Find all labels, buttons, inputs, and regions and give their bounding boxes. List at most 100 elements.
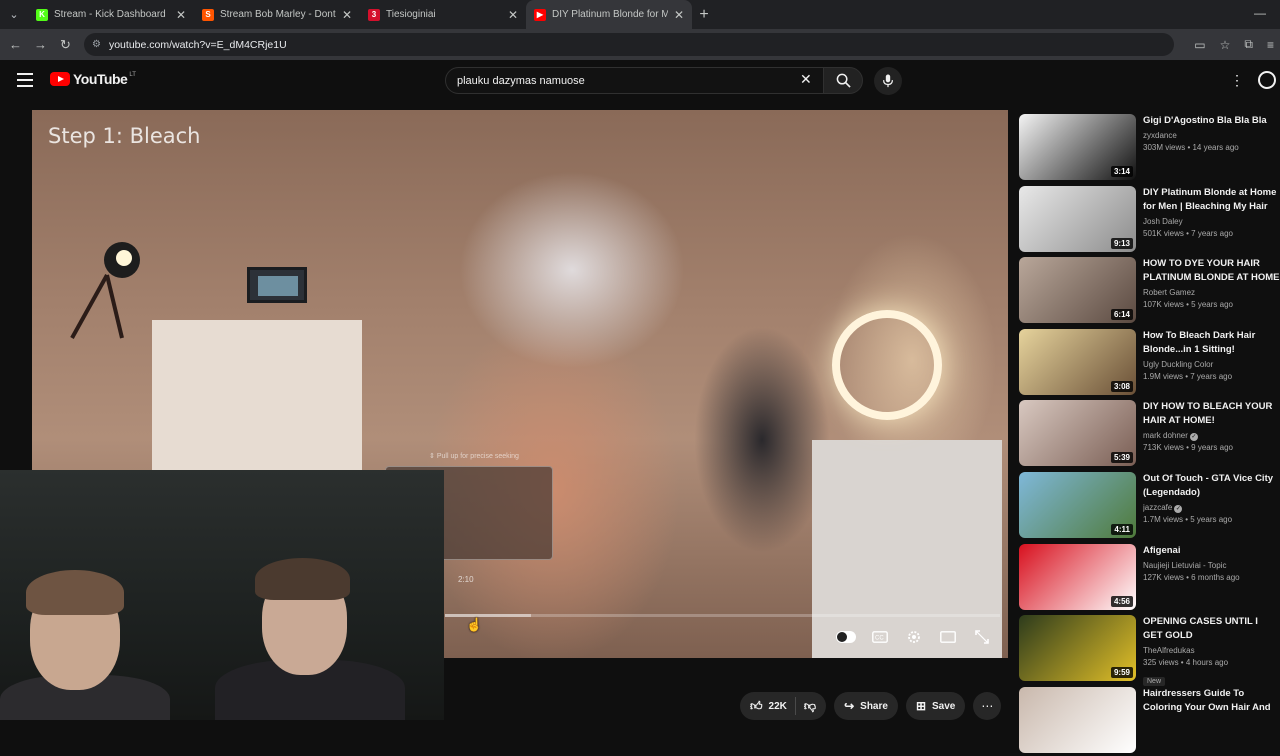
recommendation-item[interactable]: 9:59 OPENING CASES UNTIL I GET GOLD TheAlf… xyxy=(1019,613,1280,687)
autoplay-toggle-icon xyxy=(836,631,856,643)
channel-name[interactable]: zyxdance xyxy=(1143,130,1280,141)
menu-icon[interactable]: ≡ xyxy=(1267,38,1274,52)
progress-bar[interactable] xyxy=(445,614,1000,617)
account-icon[interactable] xyxy=(1258,71,1276,89)
youtube-logo[interactable]: YouTube LT xyxy=(50,71,136,87)
site-info-icon[interactable]: ⚙ xyxy=(92,39,101,50)
theater-mode-button[interactable] xyxy=(938,628,958,646)
video-duration: 4:11 xyxy=(1111,523,1133,535)
window-minimize-button[interactable]: — xyxy=(1254,6,1266,20)
tab-close-icon[interactable]: ✕ xyxy=(342,8,352,22)
back-button[interactable]: ← xyxy=(3,37,28,52)
video-thumbnail[interactable]: 6:14 xyxy=(1019,257,1136,324)
browser-tab[interactable]: 3 Tiesioginiai ✕ xyxy=(360,0,526,29)
recommendation-item[interactable]: 5:39 DIY HOW TO BLEACH YOUR HAIR AT HOME!… xyxy=(1019,398,1280,470)
tab-close-icon[interactable]: ✕ xyxy=(508,8,518,22)
channel-name[interactable]: jazzcafe ✓ xyxy=(1143,502,1280,513)
monitor-scenery xyxy=(247,267,307,303)
cast-icon[interactable]: ▭ xyxy=(1194,38,1205,52)
voice-search-button[interactable] xyxy=(874,67,902,95)
recommendation-item[interactable]: Hairdressers Guide To Coloring Your Own … xyxy=(1019,685,1280,756)
address-bar[interactable]: ⚙ youtube.com/watch?v=E_dM4CRje1U xyxy=(84,33,1174,56)
reload-button[interactable]: ↻ xyxy=(53,37,78,53)
autoplay-toggle[interactable] xyxy=(836,628,856,646)
channel-name[interactable]: Josh Daley xyxy=(1143,216,1280,227)
like-button[interactable]: 👍︎ xyxy=(750,699,763,714)
tab-close-icon[interactable]: ✕ xyxy=(176,8,186,22)
video-title[interactable]: DIY Platinum Blonde at Home for Men | Bl… xyxy=(1143,186,1280,214)
subtitles-button[interactable]: CC xyxy=(870,628,890,646)
tab-title: Stream Bob Marley - Dont wor xyxy=(220,9,336,20)
video-title[interactable]: HOW TO DYE YOUR HAIR PLATINUM BLONDE AT … xyxy=(1143,257,1280,285)
video-thumbnail[interactable]: 4:56 xyxy=(1019,543,1136,610)
search-button[interactable] xyxy=(823,67,863,94)
seek-hint: ⇕ Pull up for precise seeking xyxy=(429,453,519,460)
video-thumbnail[interactable]: 3:08 xyxy=(1019,328,1136,395)
video-title[interactable]: DIY HOW TO BLEACH YOUR HAIR AT HOME! xyxy=(1143,400,1280,428)
settings-dots-icon[interactable]: ⋮ xyxy=(1230,72,1244,89)
fullscreen-button[interactable] xyxy=(972,628,992,646)
tab-favicon-icon: S xyxy=(202,8,214,21)
video-duration: 9:59 xyxy=(1110,667,1133,679)
cabinet-scenery xyxy=(812,440,1002,658)
recommendation-item[interactable]: 4:11 Out Of Touch - GTA Vice City (Legend… xyxy=(1019,470,1280,542)
channel-name[interactable]: TheAlfredukas xyxy=(1143,645,1280,656)
video-thumbnail[interactable]: 9:59 xyxy=(1019,615,1136,682)
channel-name[interactable]: Ugly Duckling Color xyxy=(1143,359,1280,370)
video-thumbnail[interactable]: 9:13 xyxy=(1019,185,1136,252)
country-code: LT xyxy=(129,72,136,78)
verified-badge-icon: ✓ xyxy=(1174,504,1183,513)
recommendation-info: Afigenai Naujieji Lietuviai - Topic 127K v… xyxy=(1143,544,1280,585)
browser-tab[interactable]: K Stream - Kick Dashboard ✕ xyxy=(28,0,194,29)
share-button[interactable]: ↪ Share xyxy=(834,692,898,720)
video-duration: 3:08 xyxy=(1110,380,1133,392)
tab-close-icon[interactable]: ✕ xyxy=(674,8,684,22)
recommendation-item[interactable]: 4:56 Afigenai Naujieji Lietuviai - Topic 12… xyxy=(1019,542,1280,614)
video-meta: 303M views • 14 years ago xyxy=(1143,143,1239,152)
browser-tab[interactable]: ▶ DIY Platinum Blonde for Me ✕ xyxy=(526,0,692,29)
video-duration: 3:14 xyxy=(1110,166,1133,177)
recommendation-info: DIY Platinum Blonde at Home for Men | Bl… xyxy=(1143,186,1280,241)
new-tab-button[interactable]: + xyxy=(692,6,716,24)
video-meta: 1.9M views • 7 years ago xyxy=(1143,371,1233,381)
video-thumbnail[interactable]: 4:11 xyxy=(1019,471,1136,538)
video-title[interactable]: Hairdressers Guide To Coloring Your Own … xyxy=(1143,687,1280,715)
dislike-button[interactable]: 👎︎ xyxy=(804,699,816,714)
search-input[interactable]: plauku dazymas namuose xyxy=(445,67,825,94)
guide-menu-icon[interactable] xyxy=(17,73,33,87)
theater-mode-icon xyxy=(940,631,956,643)
tab-title: Tiesioginiai xyxy=(386,9,436,20)
settings-gear-icon xyxy=(908,631,920,643)
microphone-icon xyxy=(883,74,893,88)
closed-captions-icon: CC xyxy=(872,631,888,643)
clear-search-icon[interactable]: ✕ xyxy=(800,71,812,88)
video-thumbnail[interactable]: 5:39 xyxy=(1019,400,1136,467)
channel-name[interactable]: Robert Gamez xyxy=(1143,287,1280,298)
tab-favicon-icon: 3 xyxy=(368,8,380,21)
tab-list: K Stream - Kick Dashboard ✕ S Stream Bob Mar… xyxy=(28,0,692,29)
tab-search-button[interactable]: ⌄ xyxy=(0,0,28,29)
video-duration: 9:13 xyxy=(1110,237,1133,249)
extensions-icon[interactable]: ⧉ xyxy=(1244,37,1253,52)
recommendation-item[interactable]: 6:14 HOW TO DYE YOUR HAIR PLATINUM BLONDE… xyxy=(1019,255,1280,327)
settings-button[interactable] xyxy=(904,628,924,646)
browser-tab[interactable]: S Stream Bob Marley - Dont wor ✕ xyxy=(194,0,360,29)
logo-text: YouTube xyxy=(73,71,128,87)
recommendation-item[interactable]: 3:08 How To Bleach Dark Hair Blonde...in … xyxy=(1019,327,1280,399)
video-title[interactable]: Afigenai xyxy=(1143,544,1280,558)
channel-name[interactable]: mark dohner ✓ xyxy=(1143,430,1280,442)
bookmark-star-icon[interactable]: ☆ xyxy=(1220,38,1231,52)
more-actions-button[interactable]: ⋯ xyxy=(973,692,1002,720)
recommendation-item[interactable]: 9:13 DIY Platinum Blonde at Home for Men … xyxy=(1019,184,1280,256)
video-title[interactable]: How To Bleach Dark Hair Blonde...in 1 Si… xyxy=(1143,329,1280,357)
video-thumbnail[interactable]: 3:14 xyxy=(1019,114,1136,180)
recommendation-item[interactable]: 3:14 Gigi D'Agostino Bla Bla Bla zyxdance 3… xyxy=(1019,112,1280,184)
share-label: Share xyxy=(860,700,888,712)
video-title[interactable]: Gigi D'Agostino Bla Bla Bla xyxy=(1143,114,1280,128)
channel-name[interactable]: Naujieji Lietuviai - Topic xyxy=(1143,560,1280,571)
save-button[interactable]: ⊞ Save xyxy=(905,692,966,720)
forward-button[interactable]: → xyxy=(28,37,53,52)
video-title[interactable]: OPENING CASES UNTIL I GET GOLD xyxy=(1143,615,1280,643)
video-overlay-title: Step 1: Bleach xyxy=(48,124,201,148)
video-title[interactable]: Out Of Touch - GTA Vice City (Legendado) xyxy=(1143,472,1280,500)
